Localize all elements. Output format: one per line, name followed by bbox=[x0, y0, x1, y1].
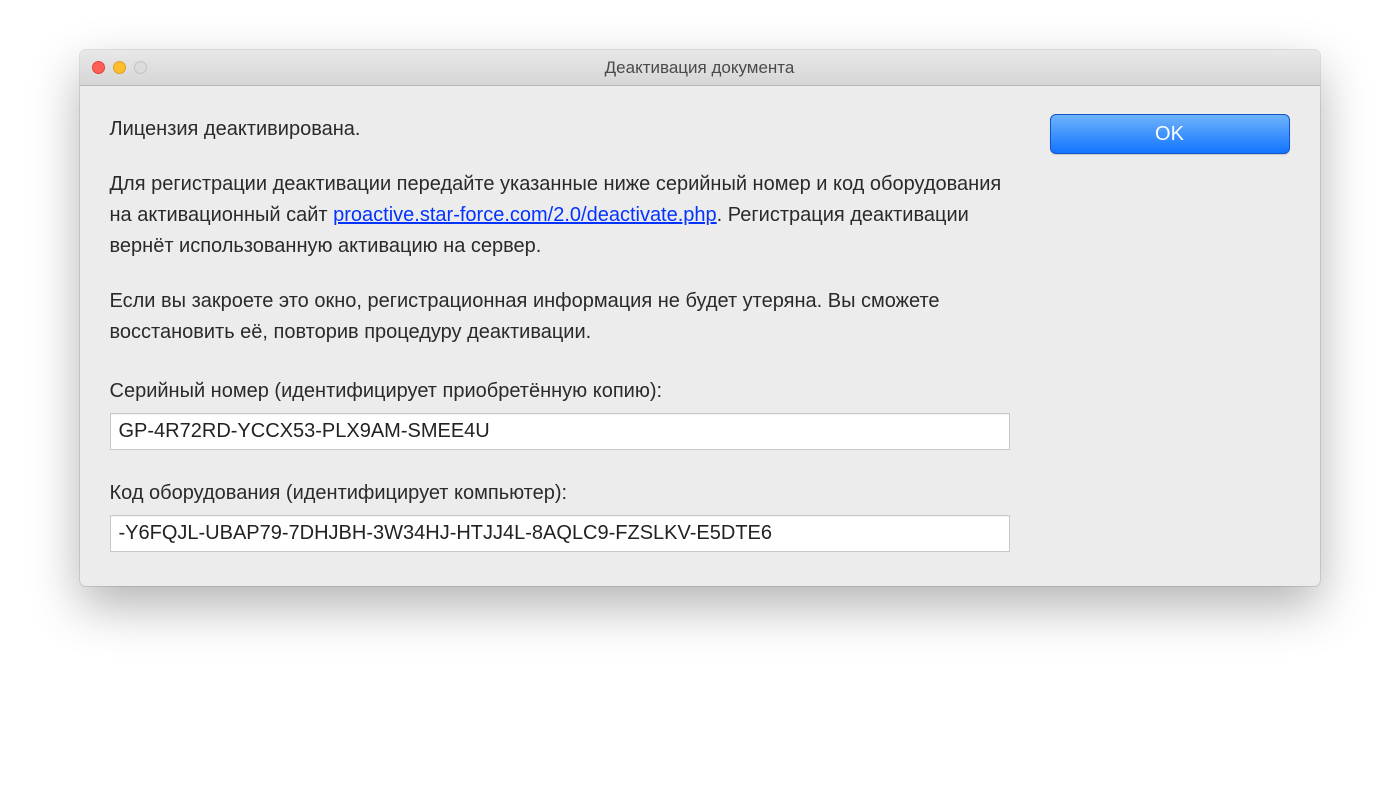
dialog-window: Деактивация документа Лицензия деактивир… bbox=[80, 50, 1320, 586]
serial-input[interactable] bbox=[110, 413, 1010, 450]
zoom-icon bbox=[134, 61, 147, 74]
titlebar: Деактивация документа bbox=[80, 50, 1320, 86]
hardware-code-input[interactable] bbox=[110, 515, 1010, 552]
window-title: Деактивация документа bbox=[80, 58, 1320, 78]
status-text: Лицензия деактивирована. bbox=[110, 114, 1010, 145]
dialog-content: Лицензия деактивирована. Для регистрации… bbox=[80, 86, 1320, 586]
instruction-text: Для регистрации деактивации передайте ук… bbox=[110, 169, 1010, 262]
deactivation-link[interactable]: proactive.star-force.com/2.0/deactivate.… bbox=[333, 204, 717, 226]
traffic-lights bbox=[92, 61, 147, 74]
button-column: OK bbox=[1050, 114, 1290, 154]
minimize-icon[interactable] bbox=[113, 61, 126, 74]
close-icon[interactable] bbox=[92, 61, 105, 74]
hardware-code-label: Код оборудования (идентифицирует компьют… bbox=[110, 478, 1010, 509]
message-area: Лицензия деактивирована. Для регистрации… bbox=[110, 114, 1010, 552]
note-text: Если вы закроете это окно, регистрационн… bbox=[110, 286, 1010, 348]
ok-button[interactable]: OK bbox=[1050, 114, 1290, 154]
serial-label: Серийный номер (идентифицирует приобретё… bbox=[110, 376, 1010, 407]
